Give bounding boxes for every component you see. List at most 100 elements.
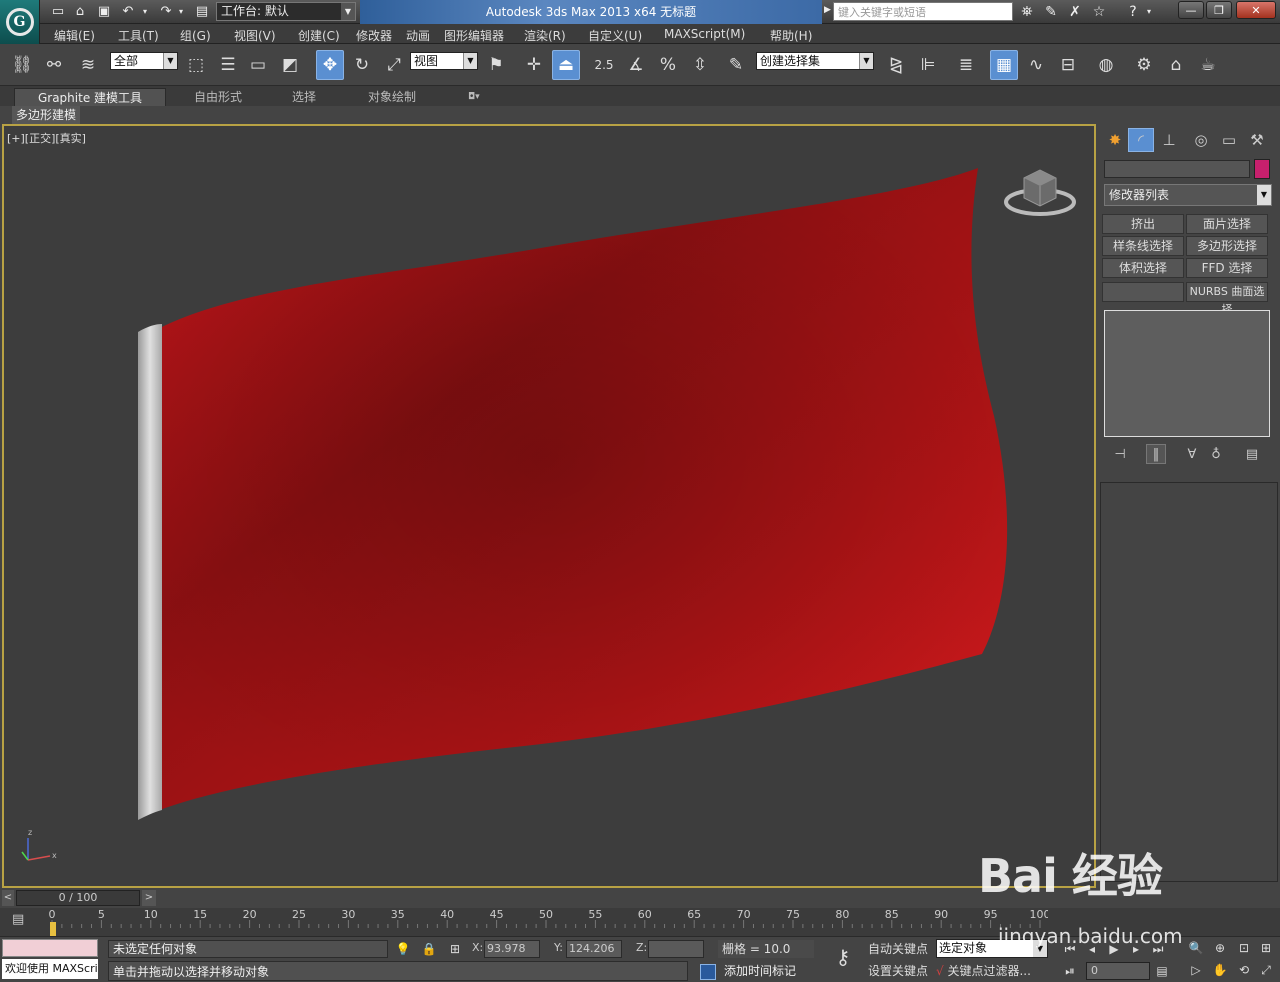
reference-coord-select[interactable]: 视图 ▼	[410, 52, 478, 70]
pan-view-icon[interactable]: ✋	[1210, 961, 1230, 979]
material-editor-icon[interactable]: ◍	[1092, 50, 1120, 80]
y-coordinate-field[interactable]: 124.206	[566, 940, 622, 958]
curve-editor-icon[interactable]: ∿	[1022, 50, 1050, 80]
remove-modifier-icon[interactable]: ♁	[1206, 444, 1226, 464]
menu-help[interactable]: 帮助(H)	[770, 27, 812, 44]
key-mode-icon[interactable]: ⏯	[1060, 962, 1080, 980]
manipulate-icon[interactable]: ✛	[520, 50, 548, 80]
object-name-field[interactable]	[1104, 160, 1250, 178]
utilities-tab-icon[interactable]: ⚒	[1244, 128, 1270, 152]
redo-icon[interactable]: ↷	[156, 2, 176, 21]
object-color-swatch[interactable]	[1254, 159, 1270, 179]
menu-graph-editors[interactable]: 图形编辑器	[444, 27, 504, 44]
bind-spacewarp-icon[interactable]: ≋	[74, 50, 102, 80]
menu-customize[interactable]: 自定义(U)	[588, 27, 642, 44]
motion-tab-icon[interactable]: ◎	[1188, 128, 1214, 152]
hierarchy-tab-icon[interactable]: ⊥	[1156, 128, 1182, 152]
polygon-modeling-panel[interactable]: 多边形建模	[12, 106, 81, 124]
viewcube[interactable]	[1002, 158, 1078, 216]
patch-select-button[interactable]: 面片选择	[1186, 214, 1268, 234]
project-folder-icon[interactable]: ▤	[192, 2, 212, 21]
maxscript-listener-input[interactable]	[2, 939, 98, 957]
poly-select-button[interactable]: 多边形选择	[1186, 236, 1268, 256]
subscription-icon[interactable]: ✎	[1040, 2, 1062, 21]
zoom-extents-all-icon[interactable]: ⊞	[1256, 939, 1276, 957]
schematic-view-icon[interactable]: ⊟	[1054, 50, 1082, 80]
timeline-ruler[interactable]: 0 5 10 15 20 25 30 35 40 45 50 55 60 65 70 75 80 85 90 95 10…	[48, 908, 1048, 936]
time-slider-thumb[interactable]: 0 / 100	[16, 890, 140, 906]
auto-key-button[interactable]: 自动关键点	[868, 940, 932, 958]
flag-pole[interactable]	[138, 324, 162, 820]
workspace-selector[interactable]: 工作台: 默认 ▼	[216, 2, 356, 21]
undo-icon[interactable]: ↶	[118, 2, 138, 21]
menu-group[interactable]: 组(G)	[180, 27, 211, 44]
select-and-rotate-icon[interactable]: ↻	[348, 50, 376, 80]
selection-lock-icon[interactable]: 🔒	[420, 940, 438, 958]
spinner-snap-icon[interactable]: ⇳	[686, 50, 714, 80]
create-tab-icon[interactable]: ✸	[1102, 128, 1128, 152]
modifier-stack[interactable]	[1104, 310, 1270, 437]
open-file-icon[interactable]: ⌂	[70, 2, 90, 21]
mini-curve-editor-icon[interactable]: ▤	[12, 912, 32, 930]
modify-tab-icon[interactable]: ◜	[1128, 128, 1154, 152]
link-icon[interactable]: ⛓	[8, 50, 36, 80]
configure-modifier-sets-icon[interactable]: ▤	[1242, 444, 1262, 464]
key-filters-button[interactable]: √ 关键点过滤器...	[936, 961, 1048, 981]
select-object-icon[interactable]: ⬚	[182, 50, 210, 80]
selection-filter-select[interactable]: 全部 ▼	[110, 52, 178, 70]
pivot-center-icon[interactable]: ⚑	[482, 50, 510, 80]
menu-modifiers[interactable]: 修改器	[356, 27, 392, 44]
percent-snap-icon[interactable]: %	[654, 50, 682, 80]
pin-stack-icon[interactable]: ⊣	[1110, 444, 1130, 464]
minimize-button[interactable]: —	[1178, 1, 1204, 19]
tab-selection[interactable]: 选择	[282, 88, 326, 106]
maxscript-mini-listener[interactable]: 欢迎使用 MAXScript	[2, 959, 98, 979]
ribbon-options-icon[interactable]: ◘▾	[458, 88, 490, 106]
tab-object-paint[interactable]: 对象绘制	[358, 88, 426, 106]
show-end-result-icon[interactable]: ‖	[1146, 444, 1166, 464]
go-to-end-icon[interactable]: ⏭	[1148, 940, 1168, 958]
render-teapot-icon[interactable]: ☕	[1194, 50, 1222, 80]
select-and-scale-icon[interactable]: ⤢	[380, 50, 408, 80]
perspective-viewport[interactable]: [+][正交][真实] z x	[2, 124, 1096, 888]
menu-maxscript[interactable]: MAXScript(M)	[664, 27, 745, 41]
display-tab-icon[interactable]: ▭	[1216, 128, 1242, 152]
mirror-icon[interactable]: ⧎	[882, 50, 910, 80]
set-keys-key-icon[interactable]: ⚷	[826, 945, 860, 969]
zoom-extents-icon[interactable]: ⊡	[1234, 939, 1254, 957]
help-icon[interactable]: ?	[1122, 2, 1144, 21]
communication-center-icon[interactable]: ✗	[1064, 2, 1086, 21]
volume-select-button[interactable]: 体积选择	[1102, 258, 1184, 278]
menu-create[interactable]: 创建(C)	[298, 27, 340, 44]
menu-views[interactable]: 视图(V)	[234, 27, 276, 44]
flag-model[interactable]	[4, 126, 1096, 888]
snaps-toggle-icon[interactable]: 2.5	[590, 50, 618, 80]
favorites-star-icon[interactable]: ☆	[1088, 2, 1110, 21]
edit-named-selection-icon[interactable]: ✎	[722, 50, 750, 80]
modifier-list-select[interactable]: 修改器列表 ▼	[1104, 184, 1272, 206]
layer-manager-icon[interactable]: ≣	[952, 50, 980, 80]
absolute-transform-icon[interactable]: ⊞	[446, 940, 464, 958]
play-icon[interactable]: ▶	[1104, 940, 1124, 958]
ffd-select-button[interactable]: FFD 选择	[1186, 258, 1268, 278]
new-file-icon[interactable]: ▭	[48, 2, 68, 21]
tab-graphite-modeling[interactable]: Graphite 建模工具	[14, 88, 166, 106]
menu-edit[interactable]: 编辑(E)	[54, 27, 95, 44]
add-time-tag-button[interactable]: 添加时间标记	[694, 961, 814, 981]
menu-animation[interactable]: 动画	[406, 27, 430, 44]
rectangular-region-icon[interactable]: ▭	[244, 50, 272, 80]
rendered-frame-icon[interactable]: ⌂	[1162, 50, 1190, 80]
window-crossing-icon[interactable]: ◩	[276, 50, 304, 80]
x-coordinate-field[interactable]: 93.978	[484, 940, 540, 958]
set-key-button[interactable]: 设置关键点	[868, 962, 932, 980]
isolate-selection-icon[interactable]: 💡	[394, 940, 412, 958]
key-selection-select[interactable]: 选定对象 ▼	[936, 939, 1048, 958]
scene-explorer-icon[interactable]: ▦	[990, 50, 1018, 80]
search-input[interactable]: 键入关键字或短语	[833, 2, 1013, 21]
prev-frame-icon[interactable]: <	[2, 890, 14, 906]
orbit-icon[interactable]: ⟲	[1234, 961, 1254, 979]
keyboard-shortcut-override-icon[interactable]: ⏏	[552, 50, 580, 80]
binoculars-icon[interactable]: ⛯	[1016, 2, 1038, 21]
menu-tools[interactable]: 工具(T)	[118, 27, 159, 44]
go-to-start-icon[interactable]: ⏮	[1060, 940, 1080, 958]
